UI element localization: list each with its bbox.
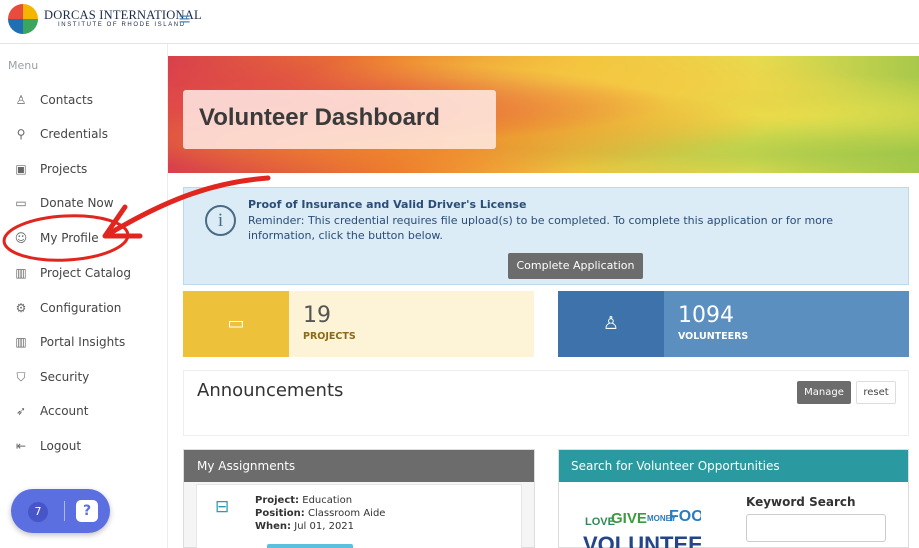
assignment-position: Position: Classroom Aide (255, 508, 385, 519)
cloud-word-volunteer: VOLUNTEER (583, 532, 701, 548)
keyword-search-input[interactable] (746, 514, 886, 542)
reset-button[interactable]: reset (856, 381, 896, 404)
alert-title: Proof of Insurance and Valid Driver's Li… (248, 198, 527, 211)
smiley-icon: ☺ (14, 231, 28, 245)
when-value: Jul 01, 2021 (294, 521, 355, 532)
folder-icon: ▭ (227, 313, 245, 334)
sidebar-item-label: Account (40, 404, 89, 418)
sidebar-item-label: Contacts (40, 93, 93, 107)
chat-count-badge: 7 (28, 502, 48, 522)
logo-icon[interactable] (8, 4, 38, 34)
sidebar: Menu ♙ Contacts ⚲ Credentials ▣ Projects… (0, 44, 168, 548)
catalog-icon: ▥ (15, 266, 27, 280)
sidebar-item-configuration[interactable]: ⚙ Configuration (0, 293, 168, 323)
info-icon: i (205, 205, 236, 236)
brand-subtitle: INSTITUTE OF RHODE ISLAND (58, 22, 186, 28)
manage-button[interactable]: Manage (797, 381, 851, 404)
gear-icon: ⚙ (15, 301, 27, 315)
sidebar-item-label: Project Catalog (40, 266, 131, 280)
sidebar-item-my-profile[interactable]: ☺ My Profile (0, 223, 168, 253)
position-label: Position: (255, 508, 305, 519)
assignment-card[interactable]: ⊟ Project: Education Position: Classroom… (196, 484, 522, 548)
cloud-word-give: GIVE (611, 510, 647, 527)
projects-stat-card[interactable]: ▭ 19 PROJECTS (183, 291, 534, 357)
alert-message: Reminder: This credential requires file … (248, 214, 833, 242)
sidebar-item-logout[interactable]: ⇤ Logout (0, 431, 168, 461)
volunteer-word-cloud-image: LOVE GIVE MONEY FOOD VOLUNTEER (581, 506, 701, 548)
projects-label: PROJECTS (303, 331, 356, 342)
announcements-title: Announcements (197, 380, 344, 401)
menu-label: Menu (8, 59, 39, 72)
volunteers-stat-card[interactable]: ♙ 1094 VOLUNTEERS (558, 291, 909, 357)
sidebar-item-donate-now[interactable]: ▭ Donate Now (0, 188, 168, 218)
project-label: Project: (255, 495, 300, 506)
hamburger-icon[interactable]: ≡ (178, 9, 191, 28)
sidebar-item-portal-insights[interactable]: ▥ Portal Insights (0, 327, 168, 357)
sidebar-item-label: Configuration (40, 301, 122, 315)
help-chat-widget[interactable]: 7 ? (11, 489, 110, 533)
shield-icon: ⛉ (16, 369, 26, 384)
sidebar-item-label: Donate Now (40, 196, 114, 210)
keyword-search-label: Keyword Search (746, 495, 856, 509)
sidebar-item-label: Logout (40, 439, 82, 453)
volunteers-label: VOLUNTEERS (678, 331, 749, 342)
volunteer-search-panel: Search for Volunteer Opportunities LOVE … (558, 449, 909, 548)
project-value: Education (302, 495, 353, 506)
when-label: When: (255, 521, 292, 532)
sidebar-item-account[interactable]: ➶ Account (0, 396, 168, 426)
position-value: Classroom Aide (307, 508, 386, 519)
assignment-when: When: Jul 01, 2021 (255, 521, 354, 532)
projects-stat-icon-box: ▭ (183, 291, 289, 357)
my-assignments-panel: My Assignments ⊟ Project: Education Posi… (183, 449, 535, 548)
chat-divider (64, 501, 65, 521)
sidebar-item-projects[interactable]: ▣ Projects (0, 154, 168, 184)
briefcase-icon: ⊟ (215, 497, 230, 517)
sidebar-item-security[interactable]: ⛉ Security (0, 362, 168, 392)
projects-count: 19 (303, 303, 331, 328)
help-icon: ? (76, 500, 98, 522)
top-bar: DORCAS INTERNATIONAL INSTITUTE OF RHODE … (0, 0, 919, 44)
complete-application-button[interactable]: Complete Application (508, 253, 643, 279)
sidebar-item-label: Portal Insights (40, 335, 126, 349)
cloud-word-food: FOOD (669, 508, 701, 525)
donate-icon: ▭ (15, 196, 27, 210)
projects-icon: ▣ (15, 162, 27, 176)
rocket-icon: ➶ (15, 404, 27, 418)
assignment-project: Project: Education (255, 495, 352, 506)
sidebar-item-label: My Profile (40, 231, 99, 245)
volunteer-search-header: Search for Volunteer Opportunities (559, 450, 908, 482)
sidebar-item-credentials[interactable]: ⚲ Credentials (0, 119, 168, 149)
sidebar-item-project-catalog[interactable]: ▥ Project Catalog (0, 258, 168, 288)
volunteers-count: 1094 (678, 303, 734, 328)
credentials-icon: ⚲ (16, 127, 26, 141)
sidebar-item-label: Credentials (40, 127, 109, 141)
contacts-icon: ♙ (15, 93, 27, 107)
assignment-action-button[interactable] (267, 544, 353, 548)
sidebar-item-contacts[interactable]: ♙ Contacts (0, 85, 168, 115)
logout-icon: ⇤ (15, 439, 27, 453)
chart-icon: ▥ (15, 335, 27, 349)
volunteers-stat-icon-box: ♙ (558, 291, 664, 357)
page-title: Volunteer Dashboard (199, 104, 440, 131)
sidebar-item-label: Security (40, 370, 90, 384)
my-assignments-header: My Assignments (184, 450, 534, 482)
users-icon: ♙ (602, 313, 620, 334)
sidebar-item-label: Projects (40, 162, 88, 176)
